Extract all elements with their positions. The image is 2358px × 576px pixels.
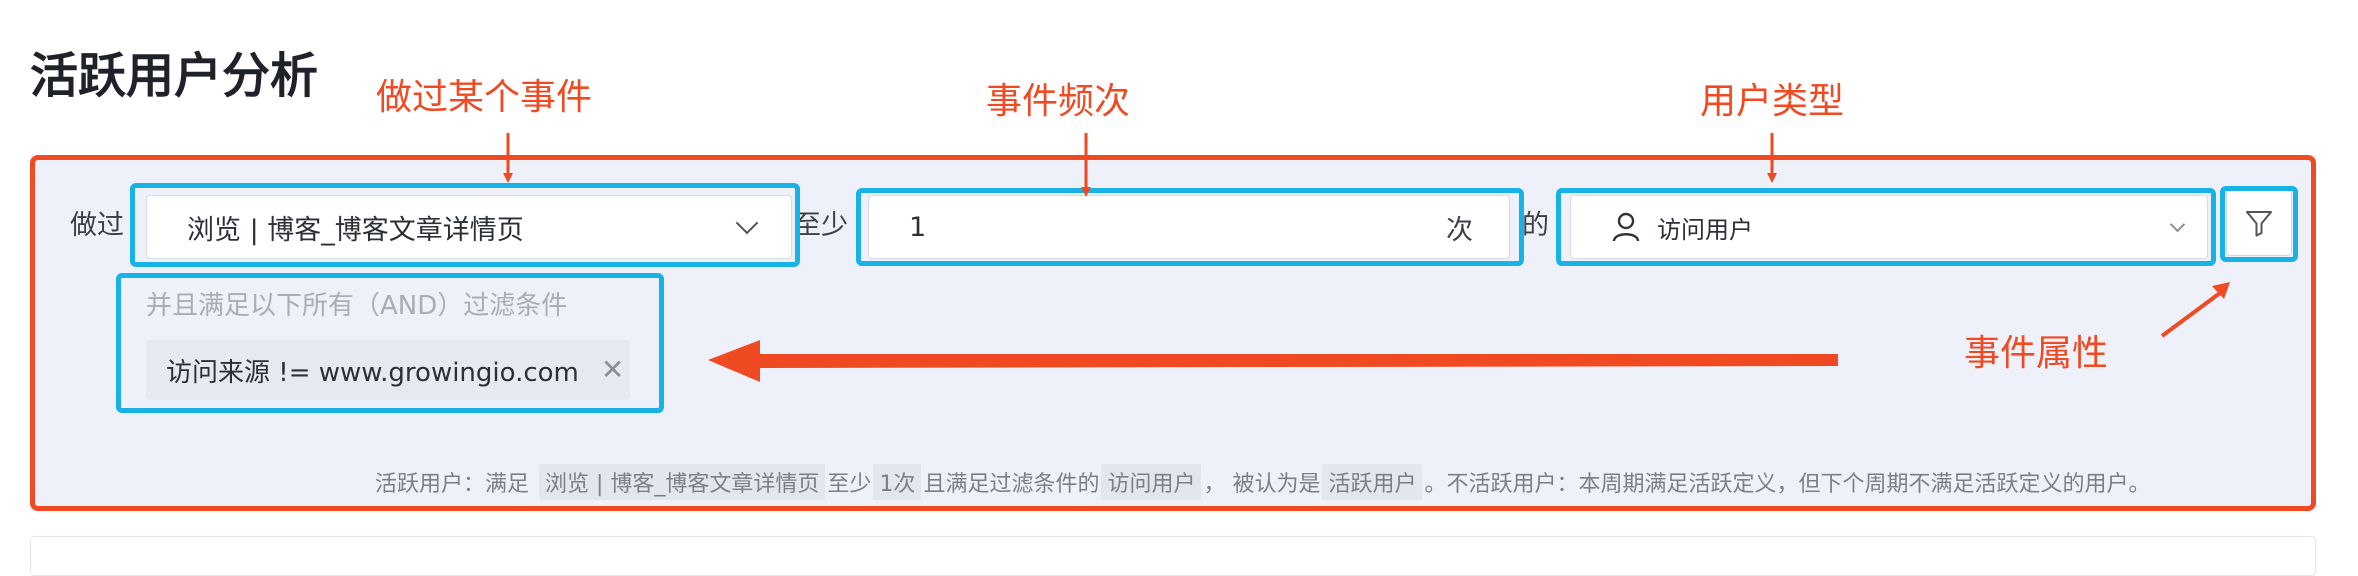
annotation-arrows: [503, 133, 2230, 382]
bottom-card: [30, 536, 2316, 576]
